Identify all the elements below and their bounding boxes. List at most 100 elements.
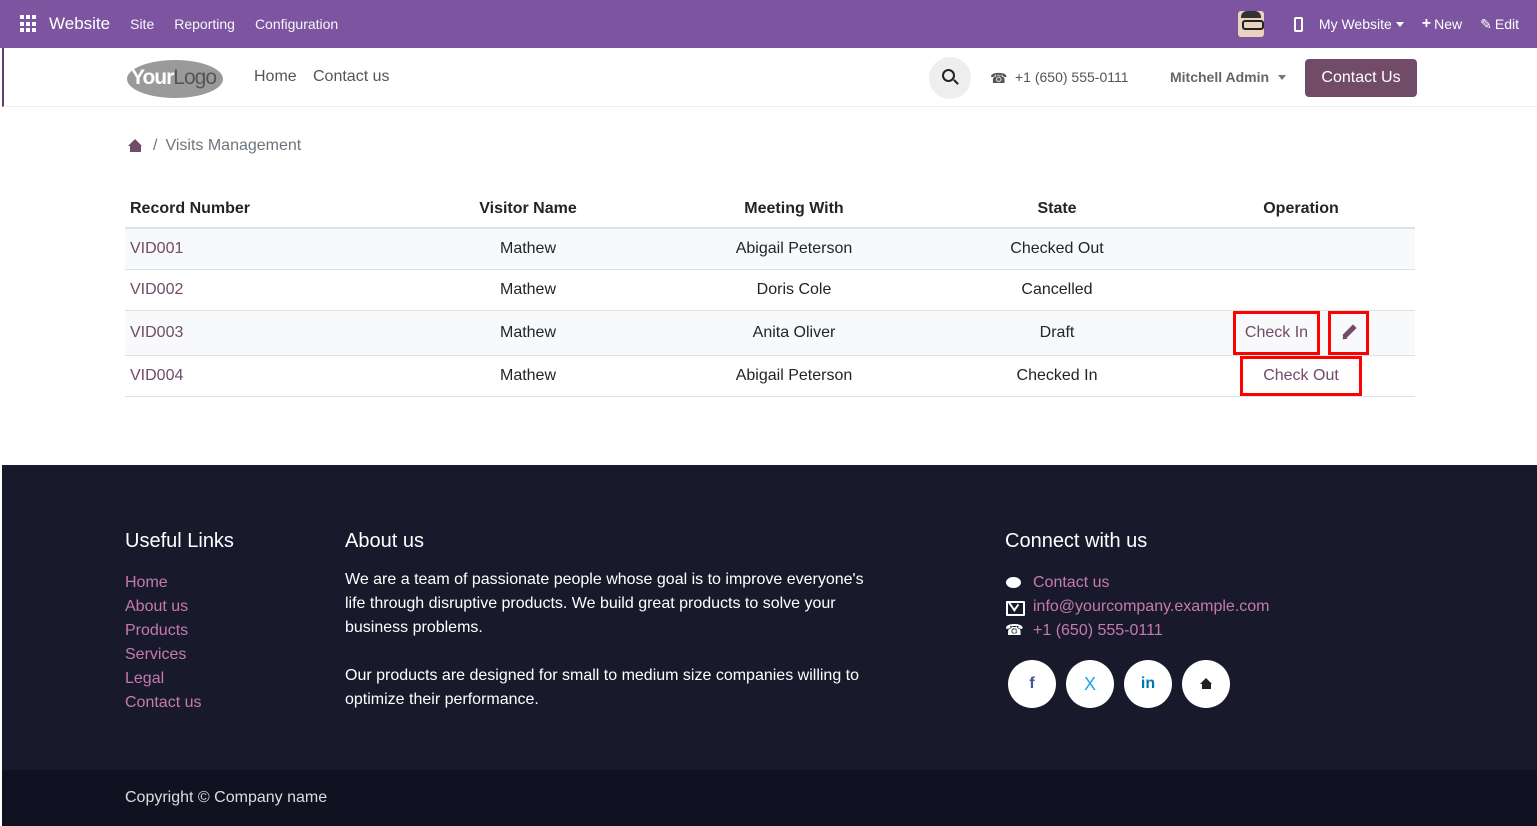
nav-home[interactable]: Home	[254, 68, 297, 86]
connect-email-label: info@yourcompany.example.com	[1033, 598, 1270, 615]
operation-cell	[1187, 228, 1415, 270]
breadcrumb-separator: /	[153, 137, 158, 154]
new-button-label: New	[1434, 16, 1463, 32]
copyright-text: Copyright © Company name	[125, 789, 328, 806]
table-row: VID003 Mathew Anita Oliver Draft Check I…	[125, 310, 1415, 356]
record-link[interactable]: VID002	[125, 269, 395, 311]
user-menu[interactable]: Mitchell Admin	[1170, 69, 1287, 85]
footer-link-services[interactable]: Services	[125, 643, 201, 667]
operation-cell: Check Out	[1187, 355, 1415, 397]
col-record-number: Record Number	[125, 190, 395, 229]
logo-text-logo: Logo	[173, 66, 217, 89]
user-name: Mitchell Admin	[1170, 69, 1270, 85]
caret-down-icon	[1278, 74, 1287, 80]
record-link[interactable]: VID001	[125, 228, 395, 270]
home-icon[interactable]	[128, 139, 143, 153]
check-out-button[interactable]: Check Out	[1240, 355, 1362, 396]
pencil-icon	[1341, 325, 1356, 340]
pencil-icon: ✎	[1480, 15, 1492, 32]
visit-state: Checked In	[927, 355, 1187, 397]
menu-configuration[interactable]: Configuration	[255, 16, 338, 32]
connect-list: Contact us info@yourcompany.example.com …	[1005, 571, 1270, 643]
menu-site[interactable]: Site	[130, 16, 154, 32]
edit-record-button[interactable]	[1328, 310, 1370, 355]
check-in-button[interactable]: Check In	[1232, 310, 1321, 355]
linkedin-icon[interactable]: in	[1124, 660, 1172, 708]
meeting-with: Anita Oliver	[661, 310, 927, 356]
connect-title: Connect with us	[1005, 530, 1148, 552]
admin-navbar: Website Site Reporting Configuration My …	[0, 0, 1537, 48]
connect-phone-label: +1 (650) 555-0111	[1033, 622, 1163, 639]
new-button[interactable]: + New	[1422, 15, 1462, 33]
col-operation: Operation	[1187, 190, 1415, 229]
useful-links-list: Home About us Products Services Legal Co…	[125, 571, 201, 715]
home-social-button[interactable]	[1182, 660, 1230, 708]
site-footer: Useful Links Home About us Products Serv…	[2, 465, 1537, 770]
connect-email[interactable]: info@yourcompany.example.com	[1005, 595, 1270, 619]
visits-table: Record Number Visitor Name Meeting With …	[125, 190, 1415, 397]
visitor-name: Mathew	[395, 355, 661, 397]
footer-link-products[interactable]: Products	[125, 619, 201, 643]
home-icon	[1199, 678, 1213, 690]
operation-cell	[1187, 269, 1415, 311]
plus-icon: +	[1421, 15, 1432, 32]
visit-state: Cancelled	[927, 269, 1187, 311]
meeting-with: Abigail Peterson	[661, 228, 927, 270]
website-selector[interactable]: My Website	[1319, 16, 1404, 32]
header-phone[interactable]: +1 (650) 555-0111	[1015, 69, 1129, 85]
mobile-preview-icon[interactable]	[1293, 16, 1303, 32]
search-button[interactable]	[929, 57, 971, 99]
x-twitter-icon[interactable]: X	[1066, 660, 1114, 708]
breadcrumb: / Visits Management	[128, 137, 301, 155]
visitor-name: Mathew	[395, 310, 661, 356]
site-header: YourLogo Home Contact us ☎ +1 (650) 555-…	[2, 48, 1537, 107]
col-meeting-with: Meeting With	[661, 190, 927, 229]
visitor-name: Mathew	[395, 269, 661, 311]
operation-cell: Check In	[1187, 310, 1415, 356]
logo-text-your: Your	[131, 66, 174, 89]
meeting-with: Doris Cole	[661, 269, 927, 311]
about-us-paragraph-2: Our products are designed for small to m…	[345, 667, 860, 708]
website-selector-label: My Website	[1318, 16, 1392, 32]
facebook-icon[interactable]: f	[1008, 660, 1056, 708]
contact-us-button[interactable]: Contact Us	[1305, 59, 1417, 97]
company-logo[interactable]: YourLogo	[127, 58, 223, 98]
col-visitor-name: Visitor Name	[395, 190, 661, 229]
breadcrumb-current: Visits Management	[165, 137, 302, 154]
chat-icon	[1005, 576, 1023, 590]
footer-link-about-us[interactable]: About us	[125, 595, 201, 619]
apps-grid-icon[interactable]	[20, 15, 38, 33]
record-link[interactable]: VID004	[125, 355, 395, 397]
footer-link-contact-us[interactable]: Contact us	[125, 691, 201, 715]
visit-state: Draft	[927, 310, 1187, 356]
footer-link-home[interactable]: Home	[125, 571, 201, 595]
connect-contact[interactable]: Contact us	[1005, 571, 1270, 595]
meeting-with: Abigail Peterson	[661, 355, 927, 397]
edit-button-label: Edit	[1494, 16, 1519, 32]
connect-contact-label: Contact us	[1033, 574, 1110, 591]
footer-link-legal[interactable]: Legal	[125, 667, 201, 691]
copyright-bar: Copyright © Company name	[2, 770, 1537, 826]
about-us-title: About us	[345, 530, 424, 552]
phone-icon: ☎	[990, 70, 1008, 86]
about-us-paragraph-1: We are a team of passionate people whose…	[345, 571, 864, 636]
visit-state: Checked Out	[927, 228, 1187, 270]
table-row: VID004 Mathew Abigail Peterson Checked I…	[125, 355, 1415, 397]
table-row: VID002 Mathew Doris Cole Cancelled	[125, 269, 1415, 311]
connect-phone[interactable]: +1 (650) 555-0111	[1005, 619, 1270, 643]
social-links: f X in	[1008, 660, 1230, 708]
table-header-row: Record Number Visitor Name Meeting With …	[125, 190, 1415, 229]
table-row: VID001 Mathew Abigail Peterson Checked O…	[125, 228, 1415, 270]
phone-icon	[1005, 621, 1024, 639]
visitor-name: Mathew	[395, 228, 661, 270]
menu-reporting[interactable]: Reporting	[174, 16, 235, 32]
envelope-icon	[1005, 600, 1025, 616]
record-link[interactable]: VID003	[125, 310, 395, 356]
caret-down-icon	[1395, 21, 1404, 27]
col-state: State	[927, 190, 1187, 229]
nav-contact-us[interactable]: Contact us	[313, 68, 389, 86]
app-brand[interactable]: Website	[49, 14, 110, 34]
edit-button[interactable]: ✎ Edit	[1480, 16, 1519, 33]
useful-links-title: Useful Links	[125, 530, 234, 552]
user-avatar[interactable]	[1237, 11, 1264, 37]
